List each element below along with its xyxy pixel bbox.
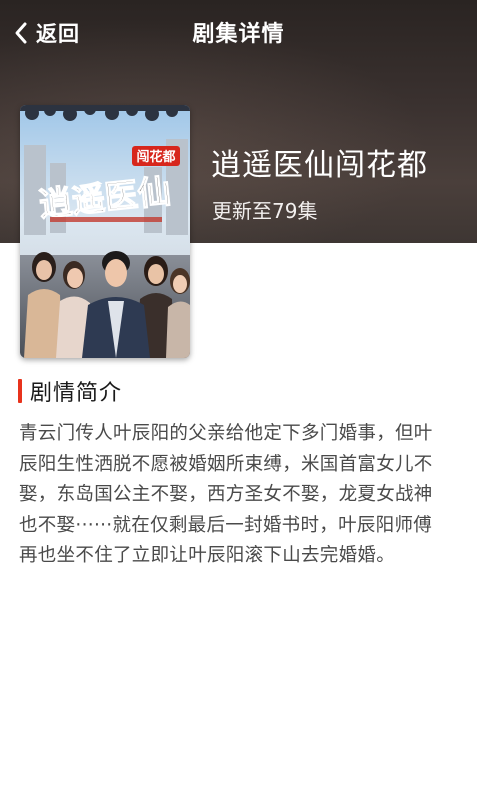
synopsis-title: 剧情简介	[30, 381, 123, 406]
poster-badge: 闯花都	[136, 149, 175, 165]
section-marker	[18, 379, 22, 403]
synopsis-header: 剧情简介	[18, 376, 122, 406]
page-title: 剧集详情	[192, 22, 285, 47]
drama-poster: 闯花都 逍遥医仙	[20, 105, 190, 358]
episode-status: 更新至79集	[212, 199, 318, 223]
drama-detail-page: 返回 剧集详情 闯花都 逍遥医仙 逍遥医仙闯花都 更新至79集 剧情简介 青云门…	[0, 0, 477, 797]
synopsis-text: 青云门传人叶辰阳的父亲给他定下多门婚事，但叶辰阳生性洒脱不愿被婚姻所束缚，米国首…	[19, 423, 433, 566]
navigation-bar: 返回 剧集详情	[0, 0, 477, 66]
drama-title: 逍遥医仙闯花都	[211, 148, 428, 183]
